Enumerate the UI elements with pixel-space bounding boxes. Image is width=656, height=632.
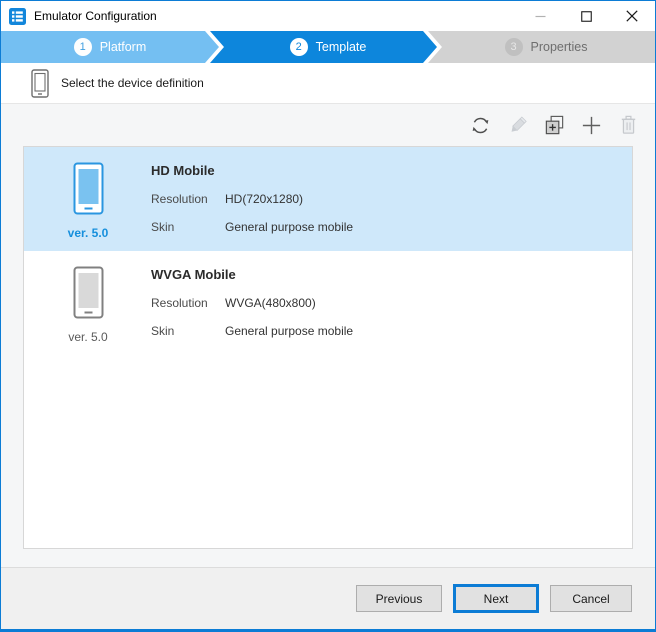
add-icon[interactable] — [579, 113, 603, 137]
list-item-hd-mobile[interactable]: ver. 5.0 HD Mobile Resolution HD(720x128… — [24, 147, 632, 251]
step-template[interactable]: 2 Template — [210, 31, 437, 63]
skin-row: Skin General purpose mobile — [151, 220, 353, 234]
toolbar — [1, 104, 655, 146]
list-item-wvga-mobile[interactable]: ver. 5.0 WVGA Mobile Resolution WVGA(480… — [24, 251, 632, 355]
step-number-badge: 2 — [290, 38, 308, 56]
cancel-button[interactable]: Cancel — [550, 585, 632, 612]
template-name: HD Mobile — [151, 163, 353, 178]
titlebar: Emulator Configuration — [1, 1, 655, 31]
step-number-badge: 1 — [74, 38, 92, 56]
subtitle-text: Select the device definition — [61, 76, 204, 90]
window-title: Emulator Configuration — [34, 9, 517, 23]
device-column: ver. 5.0 — [48, 147, 128, 251]
next-button[interactable]: Next — [453, 584, 539, 613]
wizard-steps: 1 Platform 2 Template 3 Properties — [1, 31, 655, 63]
footer: Previous Next Cancel — [1, 568, 655, 629]
content-area: ver. 5.0 HD Mobile Resolution HD(720x128… — [1, 104, 655, 567]
refresh-icon[interactable] — [468, 113, 492, 137]
step-platform[interactable]: 1 Platform — [1, 31, 219, 63]
resolution-value: HD(720x1280) — [225, 192, 303, 206]
phone-icon-selected — [73, 162, 104, 215]
edit-pencil-icon[interactable] — [505, 113, 529, 137]
phone-icon — [73, 266, 104, 319]
delete-trash-icon[interactable] — [616, 113, 640, 137]
step-number-badge: 3 — [505, 38, 523, 56]
resolution-label: Resolution — [151, 192, 225, 206]
minimize-button[interactable] — [517, 1, 563, 31]
subtitle-row: Select the device definition — [1, 63, 655, 104]
resolution-row: Resolution HD(720x1280) — [151, 192, 353, 206]
skin-value: General purpose mobile — [225, 220, 353, 234]
step-label: Template — [316, 40, 367, 54]
resolution-label: Resolution — [151, 296, 225, 310]
window-controls — [517, 1, 655, 31]
skin-label: Skin — [151, 220, 225, 234]
info-column: WVGA Mobile Resolution WVGA(480x800) Ski… — [151, 251, 353, 355]
app-icon — [9, 8, 26, 25]
version-label: ver. 5.0 — [68, 330, 107, 344]
device-icon — [31, 69, 49, 98]
skin-label: Skin — [151, 324, 225, 338]
resolution-value: WVGA(480x800) — [225, 296, 316, 310]
step-properties[interactable]: 3 Properties — [428, 31, 655, 63]
maximize-button[interactable] — [563, 1, 609, 31]
skin-value: General purpose mobile — [225, 324, 353, 338]
step-label: Properties — [531, 40, 588, 54]
device-column: ver. 5.0 — [48, 251, 128, 355]
skin-row: Skin General purpose mobile — [151, 324, 353, 338]
version-label: ver. 5.0 — [68, 226, 109, 240]
device-template-list: ver. 5.0 HD Mobile Resolution HD(720x128… — [23, 146, 633, 549]
resolution-row: Resolution WVGA(480x800) — [151, 296, 353, 310]
previous-button[interactable]: Previous — [356, 585, 442, 612]
info-column: HD Mobile Resolution HD(720x1280) Skin G… — [151, 147, 353, 251]
close-button[interactable] — [609, 1, 655, 31]
step-label: Platform — [100, 40, 147, 54]
clone-template-icon[interactable] — [542, 113, 566, 137]
template-name: WVGA Mobile — [151, 267, 353, 282]
emulator-configuration-window: Emulator Configuration 1 Platform 2 Temp… — [0, 0, 656, 632]
